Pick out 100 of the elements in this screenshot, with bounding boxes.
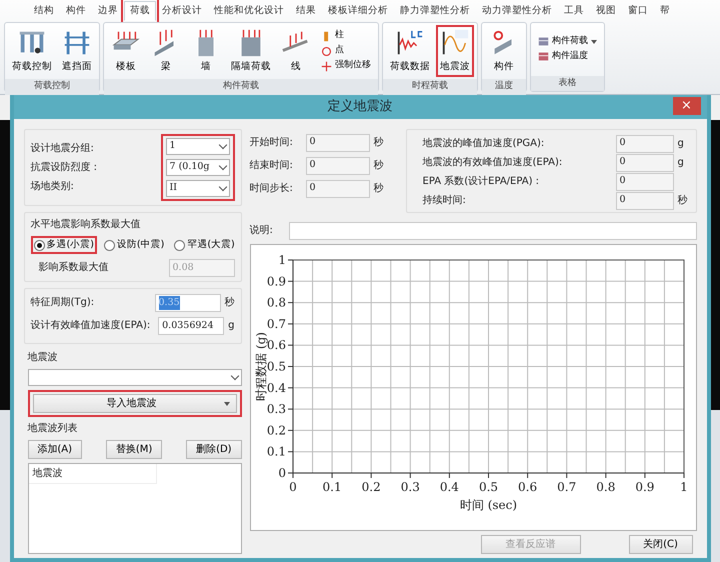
radio-option[interactable]: 多遇(小震) bbox=[30, 236, 97, 254]
field-label: 设计有效峰值加速度(EPA): bbox=[30, 318, 150, 334]
field-label: 场地类别: bbox=[30, 180, 74, 194]
dialog-title: 定义地震波 bbox=[328, 98, 392, 116]
section-label: 地震波列表 bbox=[28, 422, 78, 436]
group-label: 水平地震影响系数最大值 bbox=[30, 218, 142, 232]
input-field[interactable]: 0 bbox=[306, 156, 370, 174]
ribbon-button[interactable]: 遮挡面 bbox=[58, 25, 96, 78]
tick-label: 0.5 bbox=[478, 480, 498, 494]
ribbon-tab[interactable]: 构件 bbox=[60, 0, 92, 22]
ribbon-button[interactable]: 构件温度 bbox=[534, 49, 601, 64]
ribbon-button[interactable]: 梁 bbox=[147, 25, 185, 78]
table-icon bbox=[538, 36, 549, 48]
input-field[interactable]: 0.0356924 bbox=[158, 316, 224, 335]
import-dropdown-button[interactable]: 导入地震波 bbox=[32, 394, 236, 414]
radio-option[interactable]: 设防(中震) bbox=[100, 236, 168, 254]
tick-label: 0.5 bbox=[266, 360, 286, 374]
ribbon-button[interactable]: 隔墙荷载 bbox=[227, 25, 275, 78]
ribbon-tab[interactable]: 窗口 bbox=[622, 0, 654, 22]
tick-label: 0 bbox=[278, 466, 286, 480]
caret-icon bbox=[591, 40, 597, 44]
ribbon-button[interactable]: 楼板 bbox=[107, 25, 145, 78]
ribbon-tab[interactable]: 边界 bbox=[92, 0, 124, 22]
tick-label: 0.7 bbox=[556, 480, 576, 494]
ribbon-tab[interactable]: 视图 bbox=[590, 0, 622, 22]
tick-label: 0.4 bbox=[266, 380, 286, 395]
input-field[interactable]: 0 bbox=[616, 134, 674, 152]
tick-label: 0.7 bbox=[266, 316, 286, 331]
tick-label: 0.3 bbox=[400, 480, 420, 494]
dropdown[interactable] bbox=[28, 369, 242, 386]
unit-label: g bbox=[678, 137, 685, 151]
field-label: 影响系数最大值 bbox=[38, 260, 108, 276]
input-field[interactable]: 0 bbox=[616, 192, 674, 210]
group-title: 表格 bbox=[531, 76, 604, 91]
ribbon-button[interactable]: 荷载控制 bbox=[8, 25, 56, 78]
column-header: 地震波 bbox=[28, 464, 156, 484]
wave-list[interactable]: 地震波 bbox=[28, 463, 242, 554]
field-label: 时间步长: bbox=[250, 182, 294, 196]
group-title: 构件荷载 bbox=[104, 79, 378, 95]
dialog-button[interactable]: 关闭(C) bbox=[628, 535, 692, 554]
ribbon-button[interactable]: 强制位移 bbox=[317, 58, 375, 74]
group-title: 温度 bbox=[482, 79, 526, 95]
ribbon-tab[interactable]: 荷载 bbox=[124, 0, 156, 22]
dropdown[interactable]: 7 (0.10g bbox=[166, 159, 230, 176]
tick-label: 0.8 bbox=[266, 296, 286, 310]
input-field[interactable]: 0 bbox=[306, 180, 370, 198]
field-label: 持续时间: bbox=[422, 194, 467, 208]
input-field[interactable]: 0 bbox=[616, 172, 674, 190]
dropdown[interactable]: II bbox=[166, 180, 230, 197]
ribbon-tab[interactable]: 动力弹塑性分析 bbox=[476, 0, 558, 22]
displacement-icon bbox=[321, 60, 332, 72]
ribbon-button[interactable]: 线 bbox=[277, 25, 315, 78]
ribbon-tab[interactable]: 楼板详细分析 bbox=[322, 0, 394, 22]
ribbon-tab[interactable]: 静力弹塑性分析 bbox=[394, 0, 476, 22]
tick-label: 0.4 bbox=[439, 480, 458, 494]
unit-label: 秒 bbox=[374, 158, 384, 173]
unit-label: 秒 bbox=[678, 194, 688, 208]
ribbon-button[interactable]: 点 bbox=[317, 44, 375, 59]
ribbon-tab[interactable]: 性能和优化设计 bbox=[208, 0, 290, 22]
list-button[interactable]: 添加(A) bbox=[28, 440, 82, 460]
ribbon-button[interactable]: 构件 bbox=[485, 25, 523, 78]
tick-label: 1 bbox=[680, 480, 688, 494]
unit-label: 秒 bbox=[224, 296, 234, 310]
unit-label: g bbox=[228, 319, 234, 334]
point-icon bbox=[321, 46, 332, 57]
ribbon-button[interactable]: 构件荷载 bbox=[534, 34, 601, 50]
section-label: 地震波 bbox=[28, 350, 58, 366]
field-label: 说明: bbox=[250, 224, 273, 238]
input-field[interactable] bbox=[288, 222, 696, 240]
tick-label: 0.6 bbox=[266, 338, 286, 352]
field-label: 设计地震分组: bbox=[30, 142, 94, 156]
list-button[interactable]: 替换(M) bbox=[106, 440, 162, 460]
input-field[interactable]: 0 bbox=[306, 134, 370, 152]
unit-label: 秒 bbox=[374, 136, 384, 150]
field-label: 抗震设防烈度 : bbox=[30, 160, 98, 175]
tick-label: 0.6 bbox=[518, 480, 537, 494]
ribbon-button[interactable]: 地震波 bbox=[436, 25, 474, 78]
ribbon-button[interactable]: 荷载数据 bbox=[386, 25, 434, 78]
tick-label: 0.2 bbox=[266, 423, 286, 438]
input-field[interactable]: 0 bbox=[616, 154, 674, 172]
dropdown[interactable]: 1 bbox=[166, 138, 230, 155]
tick-label: 0.1 bbox=[266, 444, 286, 459]
tick-label: 0.1 bbox=[322, 480, 342, 494]
tick-label: 0.3 bbox=[266, 402, 286, 416]
ribbon-tab[interactable]: 工具 bbox=[558, 0, 590, 22]
close-button[interactable]: × bbox=[672, 97, 700, 115]
unit-label: g bbox=[678, 156, 685, 170]
tick-label: 0.8 bbox=[596, 480, 615, 494]
tick-label: 0.9 bbox=[634, 480, 654, 494]
ribbon-tab[interactable]: 结果 bbox=[290, 0, 322, 22]
list-button[interactable]: 删除(D) bbox=[186, 440, 242, 460]
ribbon-tab[interactable]: 帮 bbox=[654, 0, 676, 22]
ribbon-tab[interactable]: 结构 bbox=[28, 0, 60, 22]
radio-option[interactable]: 罕遇(大震) bbox=[171, 236, 238, 254]
ribbon-button[interactable]: 柱 bbox=[317, 28, 375, 44]
field-label: 特征周期(Tg): bbox=[30, 296, 94, 310]
tick-label: 0.9 bbox=[266, 274, 286, 288]
ribbon-tab[interactable]: 分析设计 bbox=[156, 0, 208, 22]
field-label: 结束时间: bbox=[250, 158, 294, 173]
ribbon-button[interactable]: 墙 bbox=[187, 25, 225, 78]
